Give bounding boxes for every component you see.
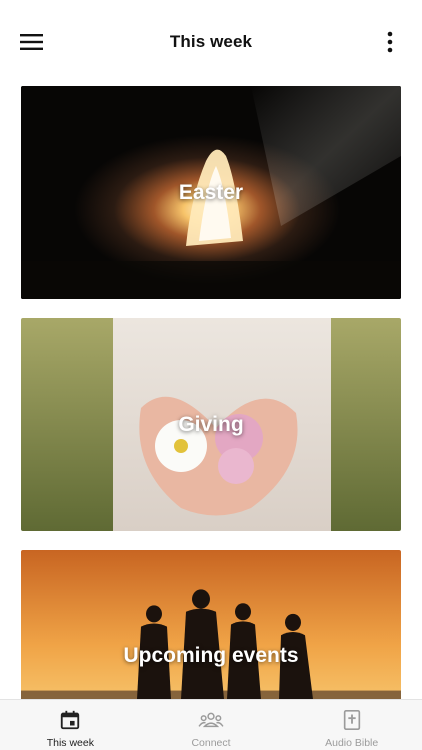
card-title: Giving <box>178 412 244 436</box>
card-title: Upcoming events <box>123 644 299 667</box>
bottom-tab-bar: This week Connect Audio Bible <box>0 699 422 750</box>
tab-label: Connect <box>191 737 231 749</box>
card-easter[interactable]: Easter <box>21 86 401 299</box>
tab-audio-bible[interactable]: Audio Bible <box>281 700 422 750</box>
tab-label: This week <box>46 737 94 749</box>
calendar-icon <box>61 710 80 730</box>
bible-cross-icon <box>343 710 360 730</box>
tab-connect[interactable]: Connect <box>141 700 282 750</box>
tab-this-week[interactable]: This week <box>0 700 141 750</box>
card-title: Easter <box>178 180 244 204</box>
tab-label: Audio Bible <box>325 737 379 749</box>
more-options-button[interactable] <box>374 26 406 58</box>
card-giving[interactable]: Giving <box>21 318 401 531</box>
app-header: This week <box>0 0 422 86</box>
page-title: This week <box>169 32 253 51</box>
people-group-icon <box>198 712 224 728</box>
vertical-ellipsis-icon <box>387 31 393 53</box>
